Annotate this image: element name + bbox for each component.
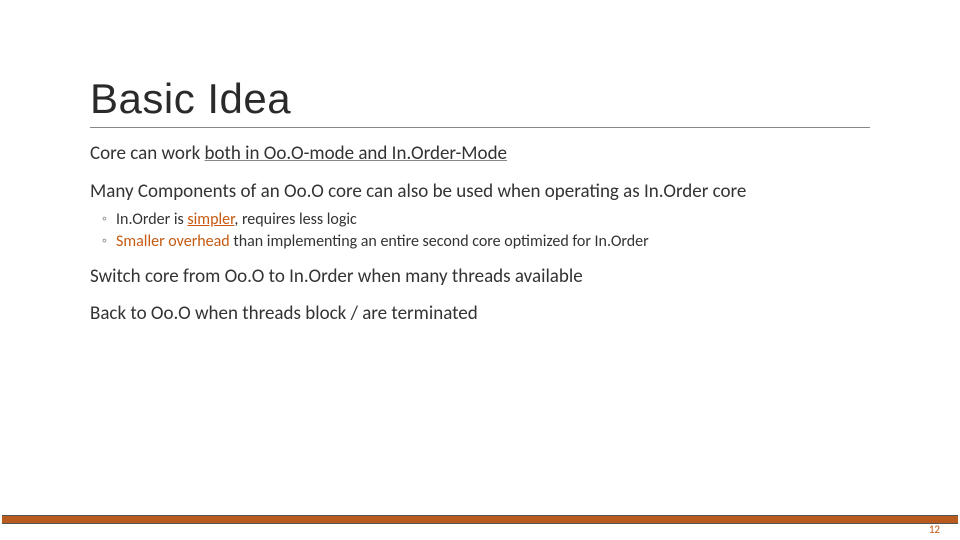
- bullet-line-2: Many Components of an Oo.O core can also…: [90, 180, 870, 204]
- bullet-line-3: Switch core from Oo.O to In.Order when m…: [90, 265, 870, 289]
- slide-title: Basic Idea: [90, 75, 870, 128]
- page-number: 12: [929, 523, 940, 536]
- content-area: Basic Idea Core can work both in Oo.O-mo…: [90, 75, 870, 326]
- line1-underlined: both in Oo.O-mode and In.Order-Mode: [205, 142, 508, 165]
- sub2-post: than implementing an entire second core …: [230, 232, 649, 251]
- slide: Basic Idea Core can work both in Oo.O-mo…: [0, 0, 960, 540]
- bullet-line-4: Back to Oo.O when threads block / are te…: [90, 302, 870, 326]
- sub-bullet-2: Smaller overhead than implementing an en…: [102, 232, 870, 251]
- sub-bullet-list: In.Order is simpler, requires less logic…: [102, 210, 870, 251]
- footer-accent-bar: [2, 515, 958, 524]
- sub2-highlight: Smaller overhead: [116, 232, 230, 251]
- sub1-post: , requires less logic: [234, 210, 356, 229]
- sub1-pre: In.Order is: [116, 210, 187, 229]
- sub-bullet-1: In.Order is simpler, requires less logic: [102, 210, 870, 229]
- sub1-highlight: simpler: [187, 210, 234, 229]
- bullet-line-1: Core can work both in Oo.O-mode and In.O…: [90, 142, 870, 166]
- line1-pre: Core can work: [90, 142, 205, 165]
